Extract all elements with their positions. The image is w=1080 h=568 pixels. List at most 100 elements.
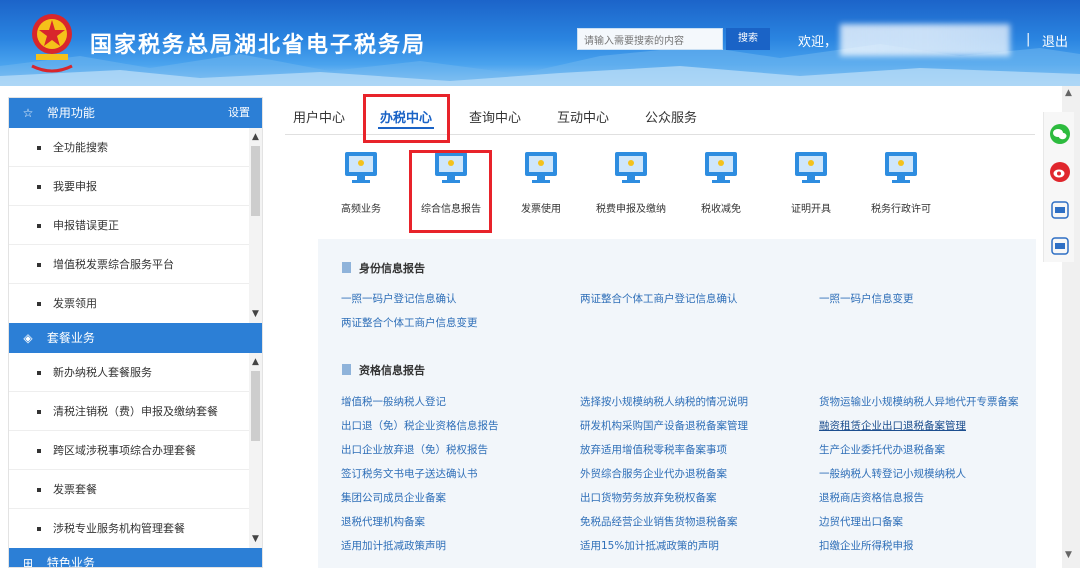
sidebar-item-label: 发票领用 bbox=[53, 297, 97, 310]
document-icon bbox=[342, 262, 351, 273]
link-item[interactable]: 融资租赁企业出口退税备案管理 bbox=[819, 418, 966, 433]
link-item[interactable]: 出口企业放弃退（免）税权报告 bbox=[341, 442, 488, 457]
monitor-icon bbox=[795, 152, 827, 183]
sidebar-list-package: 新办纳税人套餐服务 清税注销税（费）申报及缴纳套餐 跨区域涉税事项综合办理套餐 … bbox=[9, 353, 262, 548]
link-item[interactable]: 两证整合个体工商户信息变更 bbox=[341, 315, 478, 330]
grid-icon: ⊞ bbox=[22, 556, 34, 568]
link-item[interactable]: 签订税务文书电子送达确认书 bbox=[341, 466, 478, 481]
link-item[interactable]: 退税商店资格信息报告 bbox=[819, 490, 924, 505]
sidebar-item-invoice-claim[interactable]: 发票领用 bbox=[9, 284, 262, 323]
sidebar-item-label: 涉税专业服务机构管理套餐 bbox=[53, 522, 185, 535]
monitor-icon bbox=[705, 152, 737, 183]
highlight-box-category bbox=[409, 150, 492, 233]
link-item[interactable]: 生产企业委托代办退税备案 bbox=[819, 442, 945, 457]
sidebar-scrollbar[interactable]: ▲ ▼ bbox=[249, 128, 262, 323]
category-tax-declaration[interactable]: 税费申报及缴纳 bbox=[591, 150, 671, 215]
chevron-down-icon[interactable]: ▼ bbox=[249, 307, 262, 321]
link-item[interactable]: 免税品经营企业销售货物退税备案 bbox=[580, 514, 738, 529]
link-item[interactable]: 退税代理机构备案 bbox=[341, 514, 425, 529]
sidebar-item-label: 全功能搜索 bbox=[53, 141, 108, 154]
app-download-icon[interactable] bbox=[1050, 200, 1070, 220]
category-invoice-use[interactable]: 发票使用 bbox=[501, 150, 581, 215]
link-item[interactable]: 出口退（免）税企业资格信息报告 bbox=[341, 418, 499, 433]
sub-menu-panel: 身份信息报告 一照一码户登记信息确认 两证整合个体工商户登记信息确认 一照一码户… bbox=[318, 239, 1036, 568]
document-icon bbox=[342, 364, 351, 375]
link-item[interactable]: 一般纳税人转登记小规模纳税人 bbox=[819, 466, 966, 481]
category-admin-license[interactable]: 税务行政许可 bbox=[861, 150, 941, 215]
sidebar-item-label: 增值税发票综合服务平台 bbox=[53, 258, 174, 271]
logout-link[interactable]: 退出 bbox=[1042, 31, 1068, 50]
sidebar-item-label: 申报错误更正 bbox=[53, 219, 119, 232]
tab-query-center[interactable]: 查询中心 bbox=[469, 107, 521, 126]
monitor-icon bbox=[885, 152, 917, 183]
sidebar: ☆ 常用功能 设置 全功能搜索 我要申报 申报错误更正 增值税发票综合服务平台 … bbox=[8, 97, 263, 568]
link-item[interactable]: 扣缴企业所得税申报 bbox=[819, 538, 914, 553]
monitor-icon bbox=[525, 152, 557, 183]
link-item[interactable]: 一照一码户登记信息确认 bbox=[341, 291, 457, 306]
sidebar-item-new-taxpayer[interactable]: 新办纳税人套餐服务 bbox=[9, 353, 262, 392]
app-download-icon[interactable] bbox=[1050, 236, 1070, 256]
sidebar-item-agency[interactable]: 涉税专业服务机构管理套餐 bbox=[9, 509, 262, 548]
category-label: 税费申报及缴纳 bbox=[596, 204, 666, 215]
category-high-frequency[interactable]: 高频业务 bbox=[321, 150, 401, 215]
sidebar-item-correction[interactable]: 申报错误更正 bbox=[9, 206, 262, 245]
bullet-icon bbox=[37, 302, 41, 306]
search-input[interactable] bbox=[578, 31, 722, 52]
link-item[interactable]: 增值税一般纳税人登记 bbox=[341, 394, 446, 409]
tab-user-center[interactable]: 用户中心 bbox=[293, 107, 345, 126]
scroll-thumb[interactable] bbox=[251, 371, 260, 441]
sidebar-scrollbar[interactable]: ▲ ▼ bbox=[249, 353, 262, 548]
link-item[interactable]: 研发机构采购国产设备退税备案管理 bbox=[580, 418, 748, 433]
tab-interaction-center[interactable]: 互动中心 bbox=[557, 107, 609, 126]
welcome-text: 欢迎， bbox=[798, 35, 838, 50]
sidebar-item-declare[interactable]: 我要申报 bbox=[9, 167, 262, 206]
link-item[interactable]: 选择按小规模纳税人纳税的情况说明 bbox=[580, 394, 748, 409]
search-button[interactable]: 搜索 bbox=[726, 28, 770, 50]
category-label: 税务行政许可 bbox=[871, 204, 931, 215]
link-item[interactable]: 外贸综合服务企业代办退税备案 bbox=[580, 466, 727, 481]
link-item[interactable]: 适用加计抵减政策声明 bbox=[341, 538, 446, 553]
category-certificate[interactable]: 证明开具 bbox=[771, 150, 851, 215]
link-item[interactable]: 出口货物劳务放弃免税权备案 bbox=[580, 490, 717, 505]
scroll-thumb[interactable] bbox=[251, 146, 260, 216]
sidebar-item-invoice-package[interactable]: 发票套餐 bbox=[9, 470, 262, 509]
sidebar-section-common[interactable]: ☆ 常用功能 设置 bbox=[9, 98, 262, 128]
sidebar-item-cross-region[interactable]: 跨区域涉税事项综合办理套餐 bbox=[9, 431, 262, 470]
chevron-down-icon[interactable]: ▼ bbox=[1065, 550, 1072, 560]
bullet-icon bbox=[37, 410, 41, 414]
weibo-icon[interactable] bbox=[1050, 162, 1070, 182]
link-item[interactable]: 适用15%加计抵减政策的声明 bbox=[580, 538, 719, 553]
bullet-icon bbox=[37, 224, 41, 228]
category-label: 税收减免 bbox=[701, 204, 741, 215]
link-item[interactable]: 一照一码户信息变更 bbox=[819, 291, 914, 306]
chevron-down-icon[interactable]: ▼ bbox=[249, 532, 262, 546]
chevron-up-icon[interactable]: ▲ bbox=[1065, 88, 1072, 98]
sidebar-item-deregistration[interactable]: 清税注销税（费）申报及缴纳套餐 bbox=[9, 392, 262, 431]
bullet-icon bbox=[37, 449, 41, 453]
site-title: 国家税务总局湖北省电子税务局 bbox=[90, 33, 427, 58]
section-title: 身份信息报告 bbox=[359, 262, 425, 275]
sidebar-item-vat-platform[interactable]: 增值税发票综合服务平台 bbox=[9, 245, 262, 284]
link-item[interactable]: 货物运输业小规模纳税人异地代开专票备案 bbox=[819, 394, 1019, 409]
sidebar-section-special[interactable]: ⊞ 特色业务 bbox=[9, 548, 262, 568]
link-item[interactable]: 边贸代理出口备案 bbox=[819, 514, 903, 529]
link-item[interactable]: 两证整合个体工商户登记信息确认 bbox=[580, 291, 738, 306]
chevron-up-icon[interactable]: ▲ bbox=[249, 130, 262, 144]
link-item[interactable]: 集团公司成员企业备案 bbox=[341, 490, 446, 505]
search-box bbox=[577, 28, 723, 52]
sidebar-item-search[interactable]: 全功能搜索 bbox=[9, 128, 262, 167]
category-tax-relief[interactable]: 税收减免 bbox=[681, 150, 761, 215]
chevron-up-icon[interactable]: ▲ bbox=[249, 355, 262, 369]
sidebar-section-title: 常用功能 bbox=[46, 106, 95, 120]
settings-link[interactable]: 设置 bbox=[228, 98, 250, 128]
tab-public-service[interactable]: 公众服务 bbox=[645, 107, 697, 126]
wechat-icon[interactable] bbox=[1050, 124, 1070, 144]
bullet-icon bbox=[37, 185, 41, 189]
bullet-icon bbox=[37, 488, 41, 492]
sidebar-section-package[interactable]: ◈ 套餐业务 bbox=[9, 323, 262, 353]
bullet-icon bbox=[37, 527, 41, 531]
category-label: 证明开具 bbox=[791, 204, 831, 215]
category-label: 发票使用 bbox=[521, 204, 561, 215]
link-item[interactable]: 放弃适用增值税零税率备案事项 bbox=[580, 442, 727, 457]
sidebar-section-title: 特色业务 bbox=[46, 556, 95, 568]
